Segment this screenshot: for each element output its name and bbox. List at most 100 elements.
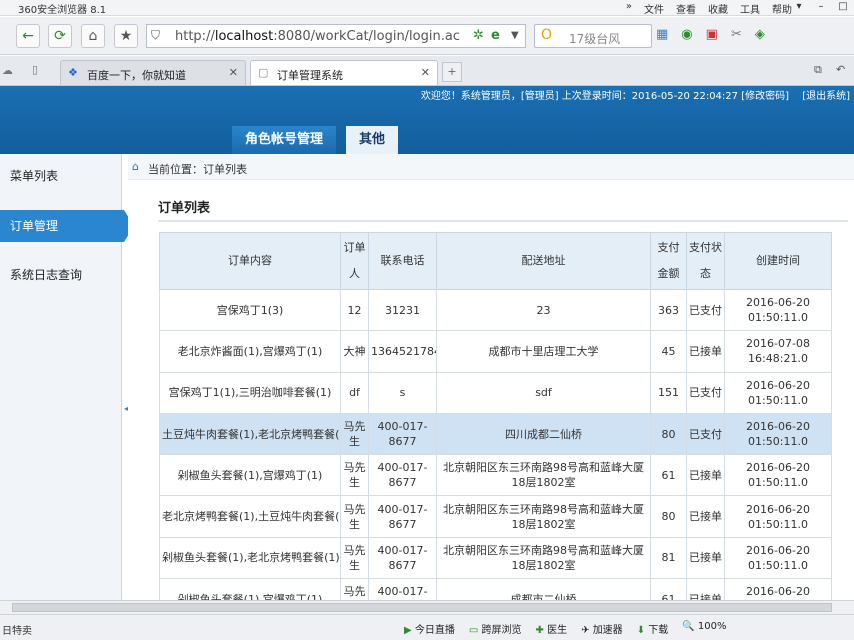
undo-close-icon[interactable]: ↶ — [836, 63, 845, 76]
cell-address: 北京朝阳区东三环南路98号高和蓝峰大厦18层1802室 — [436, 454, 651, 497]
new-tab-icon[interactable]: + — [442, 62, 462, 82]
translate-icon[interactable]: ◈ — [755, 27, 765, 42]
status-items: ▶ 今日直播 ▭ 跨屏浏览 ✚ 医生 ✈ 加速器 ⬇ 下载 🔍 100% — [404, 621, 727, 636]
cell-customer: 马先生 — [340, 412, 369, 456]
col-header-phone: 联系电话 — [368, 232, 437, 290]
cloud-icon[interactable]: ☁ — [2, 64, 13, 77]
refresh-icon[interactable]: ⟳ — [48, 24, 72, 48]
screenshot-icon[interactable]: ✂ — [731, 27, 742, 42]
menu-tools[interactable]: 工具 — [740, 1, 760, 16]
cell-phone: 31231 — [368, 288, 437, 332]
star-icon[interactable]: ★ — [114, 24, 138, 48]
col-header-content: 订单内容 — [159, 232, 341, 290]
close-icon[interactable]: ✕ — [229, 66, 238, 79]
browser-title-bar: 360安全浏览器 8.1 » 文件 查看 收藏 工具 帮助 ▾ – □ — [0, 0, 854, 16]
cell-status: 已支付 — [686, 371, 725, 414]
cell-content: 宫保鸡丁1(3) — [159, 288, 341, 332]
cell-phone: s — [368, 371, 437, 414]
apps-icon[interactable]: ▦ — [656, 27, 668, 42]
cell-created: 2016-07-08 16:48:21.0 — [724, 330, 832, 373]
menu-view[interactable]: 查看 — [676, 1, 696, 16]
sidebar-item-log-query[interactable]: 系统日志查询 — [0, 259, 120, 291]
menu-favorites[interactable]: 收藏 — [708, 1, 728, 16]
home-icon: ⌂ — [132, 160, 139, 173]
status-left-text[interactable]: 日特卖 — [2, 622, 32, 637]
table-row-selected[interactable]: 土豆炖牛肉套餐(1),老北京烤鸭套餐(1) 马先生 400-017-8677 四… — [159, 412, 832, 456]
logout-link[interactable]: [退出系统] — [802, 91, 850, 102]
screen-icon: ▭ — [468, 625, 479, 636]
doctor-button[interactable]: ✚ 医生 — [536, 621, 568, 636]
sidebar-item-order-management[interactable]: 订单管理 — [0, 210, 134, 242]
cell-content: 宫保鸡丁1(1),三明治咖啡套餐(1) — [159, 371, 341, 414]
table-row[interactable]: 宫保鸡丁1(1),三明治咖啡套餐(1) df s sdf 151 已支付 201… — [159, 371, 832, 414]
table-row[interactable]: 剁椒鱼头套餐(1),宫爆鸡丁(1) 马先生 400-017-8677 北京朝阳区… — [159, 454, 832, 497]
cell-created: 2016-06-20 01:50:11.0 — [724, 536, 832, 580]
cell-customer: 大神 — [340, 330, 369, 373]
chevron-down-icon[interactable]: ▼ — [511, 30, 519, 41]
home-icon[interactable]: ⌂ — [81, 24, 105, 48]
baidu-icon: ❖ — [68, 66, 78, 79]
cell-customer: 马先生 — [340, 495, 369, 538]
skin-icon[interactable]: ▾ — [788, 0, 810, 15]
table-row[interactable]: 宫保鸡丁1(3) 12 31231 23 363 已支付 2016-06-20 … — [159, 288, 832, 332]
address-bar[interactable]: ⛉ http://localhost:8080/workCat/login/lo… — [146, 24, 526, 48]
page-title: 订单列表 — [158, 201, 211, 216]
ie-mode-icon[interactable]: e — [491, 28, 500, 43]
tab-order-system[interactable]: ▢ 订单管理系统 ✕ — [250, 60, 438, 85]
scrollbar-thumb[interactable] — [12, 603, 832, 612]
browser-app-title: 360安全浏览器 8.1 — [18, 5, 107, 16]
back-icon[interactable]: ← — [16, 24, 40, 48]
cell-phone: 400-017-8677 — [368, 495, 437, 538]
cell-created: 2016-06-20 01:50:11.0 — [724, 454, 832, 497]
accelerator-button[interactable]: ✈ 加速器 — [581, 621, 623, 636]
tab-bar: ☁ ▯ ❖ 百度一下，你就知道 ✕ ▢ 订单管理系统 ✕ + ⧉ ↶ — [0, 56, 854, 86]
tab-list-icon[interactable]: ⧉ — [814, 63, 822, 77]
welcome-bar: 欢迎您！系统管理员，[管理员] 上次登录时间：2016-05-20 22:04:… — [421, 87, 850, 102]
cell-status: 已支付 — [686, 288, 725, 332]
adblock-icon[interactable]: ▣ — [706, 27, 718, 42]
tab-baidu[interactable]: ❖ 百度一下，你就知道 ✕ — [60, 60, 246, 85]
page-icon: ▢ — [258, 66, 269, 79]
cell-content: 剁椒鱼头套餐(1),宫爆鸡丁(1) — [159, 454, 341, 497]
zoom-level[interactable]: 🔍 100% — [682, 621, 726, 636]
rocket-icon: ✈ — [581, 625, 590, 636]
download-button[interactable]: ⬇ 下载 — [637, 621, 669, 636]
cell-phone: 400-017-8677 — [368, 454, 437, 497]
plus-icon: ✚ — [535, 625, 544, 636]
compat-icon[interactable]: ✲ — [473, 28, 484, 43]
title-divider — [158, 220, 848, 222]
sidebar-item-menu-list[interactable]: 菜单列表 — [0, 160, 120, 192]
menu-file[interactable]: 文件 — [644, 1, 664, 16]
maximize-icon[interactable]: □ — [832, 0, 854, 15]
search-text[interactable]: 17级台风 — [569, 30, 620, 47]
cell-address: 北京朝阳区东三环南路98号高和蓝峰大厦18层1802室 — [436, 495, 651, 538]
menu-more[interactable]: » — [626, 1, 632, 16]
cell-created: 2016-06-20 01:50:11.0 — [724, 412, 832, 456]
close-icon[interactable]: ✕ — [421, 66, 430, 79]
cross-screen-button[interactable]: ▭ 跨屏浏览 — [469, 621, 522, 636]
live-button[interactable]: ▶ 今日直播 — [404, 621, 455, 636]
table-row[interactable]: 老北京烤鸭套餐(1),土豆炖牛肉套餐(1) 马先生 400-017-8677 北… — [159, 495, 832, 538]
cell-content: 老北京炸酱面(1),宫爆鸡丁(1) — [159, 330, 341, 373]
cell-address: 北京朝阳区东三环南路98号高和蓝峰大厦18层1802室 — [436, 536, 651, 580]
mobile-icon[interactable]: ▯ — [32, 63, 38, 76]
security-icon[interactable]: ◉ — [681, 27, 692, 42]
browser-status-bar: 日特卖 ▶ 今日直播 ▭ 跨屏浏览 ✚ 医生 ✈ 加速器 ⬇ 下载 🔍 100% — [0, 614, 854, 640]
horizontal-scrollbar[interactable] — [0, 600, 854, 614]
cell-amount: 45 — [650, 330, 687, 373]
minimize-icon[interactable]: – — [810, 0, 832, 15]
download-icon: ⬇ — [636, 625, 646, 636]
main-content: ⌂ 当前位置：订单列表 订单列表 订单内容 订单人 联系电话 配送地址 支付金额… — [128, 154, 854, 621]
nav-tab-role-accounts[interactable]: 角色帐号管理 — [232, 126, 336, 154]
search-box[interactable]: O 17级台风 — [534, 24, 652, 48]
cell-customer: 12 — [340, 288, 369, 332]
nav-tab-other[interactable]: 其他 — [346, 126, 398, 154]
cell-status: 已接单 — [686, 536, 725, 580]
address-url[interactable]: http://localhost:8080/workCat/login/logi… — [175, 29, 460, 44]
table-row[interactable]: 老北京炸酱面(1),宫爆鸡丁(1) 大神 13645217845 成都市十里店理… — [159, 330, 832, 373]
search-engine-icon[interactable]: O — [541, 27, 552, 43]
cell-phone: 400-017-8677 — [368, 412, 437, 456]
cell-customer: df — [340, 371, 369, 414]
cell-status: 已支付 — [686, 412, 725, 456]
table-row[interactable]: 剁椒鱼头套餐(1),老北京烤鸭套餐(1) 马先生 400-017-8677 北京… — [159, 536, 832, 580]
